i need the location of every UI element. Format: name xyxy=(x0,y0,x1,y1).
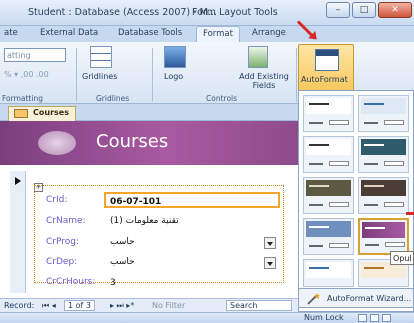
tab-database-tools[interactable]: Database Tools xyxy=(118,28,182,38)
form-title: Courses xyxy=(96,131,169,152)
next-record-icon[interactable]: ▸ ⏭ ▸* xyxy=(110,301,134,311)
field-label-crprog: CrProg: xyxy=(46,237,80,247)
field-input-crprog[interactable]: حاسب xyxy=(110,237,135,247)
no-filter-button[interactable]: No Filter xyxy=(152,301,185,310)
autoformat-style-5[interactable] xyxy=(303,177,354,214)
form-view-icon[interactable] xyxy=(358,314,367,322)
autoformat-style-1[interactable] xyxy=(303,95,354,132)
gridlines-icon[interactable] xyxy=(90,46,112,68)
tab-create[interactable]: ate xyxy=(4,28,18,38)
ribbon-separator xyxy=(296,48,297,102)
tab-external-data[interactable]: External Data xyxy=(40,28,98,38)
form-icon xyxy=(14,109,28,118)
controls-group-label: Controls xyxy=(206,94,238,103)
gridlines-button[interactable]: Gridlines xyxy=(82,72,117,81)
design-view-icon[interactable] xyxy=(382,314,391,322)
search-input[interactable]: Search xyxy=(226,300,292,311)
add-existing-fields-button[interactable]: Add Existing Fields xyxy=(236,72,292,90)
autoformat-style-4[interactable] xyxy=(358,136,409,173)
autoformat-style-9[interactable] xyxy=(303,259,354,287)
tab-format[interactable]: Format xyxy=(196,26,240,42)
ribbon-tabs: ate External Data Database Tools Format … xyxy=(0,26,414,65)
field-input-crdep[interactable]: حاسب xyxy=(110,257,135,267)
close-button[interactable]: ✕ xyxy=(378,2,412,18)
maximize-icon: □ xyxy=(359,5,369,15)
annotation-arrow-icon xyxy=(406,212,414,215)
crprog-dropdown-icon[interactable] xyxy=(264,237,276,249)
field-label-crid: CrId: xyxy=(46,195,68,205)
form-logo xyxy=(38,131,76,155)
document-tab-label: Courses xyxy=(33,108,69,117)
field-input-crid[interactable]: 06-07-101 xyxy=(104,192,280,208)
gallery-footer: AutoFormat Wizard... xyxy=(298,288,414,308)
record-navigation: Record: ⏮ ◂ 1 of 3 ▸ ⏭ ▸* No Filter Sear… xyxy=(0,298,298,312)
formatting-combo-value: atting xyxy=(7,51,31,60)
autoformat-style-opulent[interactable] xyxy=(358,218,409,255)
ribbon-separator xyxy=(76,48,77,102)
field-label-crcrhours: CrCrHours: xyxy=(46,277,96,287)
record-selector[interactable] xyxy=(10,171,26,293)
record-label: Record: xyxy=(4,301,35,310)
current-record-icon xyxy=(15,177,21,185)
context-tab-title: Form Layout Tools xyxy=(192,7,278,18)
autoformat-style-6[interactable] xyxy=(358,177,409,214)
ribbon-separator xyxy=(152,48,153,102)
record-position[interactable]: 1 of 3 xyxy=(64,300,95,311)
window-title: Student : Database (Access 2007) - M... xyxy=(28,7,217,18)
document-tab-bar: Courses xyxy=(0,104,298,121)
title-bar: Student : Database (Access 2007) - M... … xyxy=(0,0,414,26)
minimize-button[interactable]: – xyxy=(326,2,350,18)
autoformat-label: AutoFormat xyxy=(301,75,348,84)
minimize-icon: – xyxy=(335,5,341,15)
autoformat-style-2[interactable] xyxy=(358,95,409,132)
wizard-icon xyxy=(307,293,320,305)
tab-arrange[interactable]: Arrange xyxy=(252,28,286,38)
formatting-group-label: Formatting xyxy=(2,94,43,103)
num-lock-indicator: Num Lock xyxy=(304,313,344,322)
field-input-crcrhours[interactable]: 3 xyxy=(110,278,116,288)
add-fields-icon[interactable] xyxy=(248,46,268,68)
field-input-crname[interactable]: تقنية معلومات (1) xyxy=(110,216,179,226)
document-tab-courses[interactable]: Courses xyxy=(8,106,76,121)
form-header: Courses xyxy=(0,121,298,165)
autoformat-style-3[interactable] xyxy=(303,136,354,173)
percent-icon[interactable]: % ▾ ,00 .00 xyxy=(4,70,49,79)
close-icon: ✕ xyxy=(391,5,399,15)
gridlines-group-label: Gridlines xyxy=(96,94,130,103)
field-label-crname: CrName: xyxy=(46,216,86,226)
autoformat-gallery xyxy=(298,90,414,312)
crdep-dropdown-icon[interactable] xyxy=(264,257,276,269)
field-label-crdep: CrDep: xyxy=(46,257,78,267)
maximize-button[interactable]: □ xyxy=(352,2,376,18)
autoformat-style-7[interactable] xyxy=(303,218,354,255)
formatting-combo[interactable]: atting xyxy=(4,48,66,62)
logo-button[interactable]: Logo xyxy=(164,72,183,81)
autoformat-icon xyxy=(315,49,339,71)
autoformat-wizard-item[interactable]: AutoFormat Wizard... xyxy=(327,294,411,303)
first-record-icon[interactable]: ⏮ ◂ xyxy=(42,301,56,311)
form-area: Courses + CrId: 06-07-101 CrName: تقنية … xyxy=(0,121,298,298)
layout-view-icon[interactable] xyxy=(370,314,379,322)
logo-icon[interactable] xyxy=(164,46,186,68)
status-bar: Num Lock xyxy=(0,312,414,323)
style-tooltip: Opul xyxy=(390,251,414,265)
